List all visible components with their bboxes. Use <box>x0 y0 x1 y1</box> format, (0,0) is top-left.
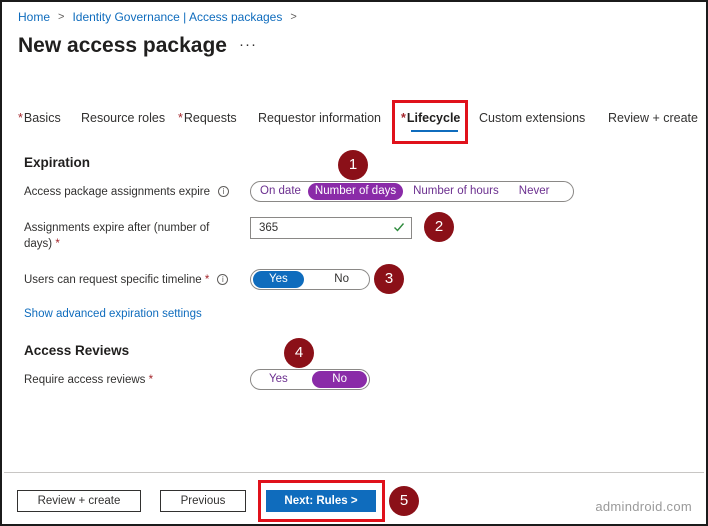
breadcrumb: Home > Identity Governance | Access pack… <box>18 10 305 24</box>
option-on-date[interactable]: On date <box>253 183 308 200</box>
lifecycle-tab-highlight-box <box>392 100 468 144</box>
required-marker: * <box>55 238 60 250</box>
required-marker: * <box>178 111 183 125</box>
expire-days-field[interactable] <box>250 217 412 239</box>
tab-resource-roles[interactable]: Resource roles <box>81 111 165 125</box>
valid-check-icon <box>394 223 405 232</box>
timeline-no-option[interactable]: No <box>316 271 367 288</box>
info-icon[interactable]: i <box>218 186 230 198</box>
specific-timeline-text: Users can request specific timeline <box>24 274 202 286</box>
tab-label: Custom extensions <box>479 111 586 125</box>
assignments-expire-label-text: Access package assignments expire <box>24 186 211 198</box>
step-badge-1: 1 <box>338 150 368 180</box>
breadcrumb-home-link[interactable]: Home <box>18 10 50 24</box>
tab-requests[interactable]: *Requests <box>178 111 237 125</box>
next-button-highlight-box <box>258 480 385 522</box>
tab-label: Requests <box>183 111 237 125</box>
tab-review-create[interactable]: Review + create <box>608 111 698 125</box>
tab-label: Basics <box>23 111 61 125</box>
wizard-tabs: *Basics Resource roles *Requests Request… <box>16 111 706 135</box>
option-never[interactable]: Never <box>512 183 557 200</box>
reviews-no-option[interactable]: No <box>312 371 367 388</box>
assignments-expire-after-label: Assignments expire after (number of days… <box>24 220 224 252</box>
tab-label: Requestor information <box>258 111 381 125</box>
advanced-expiration-settings-link[interactable]: Show advanced expiration settings <box>24 308 202 320</box>
review-create-button[interactable]: Review + create <box>17 490 141 512</box>
expiration-heading: Expiration <box>24 155 91 170</box>
tab-basics[interactable]: *Basics <box>18 111 61 125</box>
step-badge-2: 2 <box>424 212 454 242</box>
tab-label: Review + create <box>608 111 698 125</box>
expire-days-input[interactable] <box>251 218 381 238</box>
tab-custom-extensions[interactable]: Custom extensions <box>479 111 585 125</box>
assignments-expire-label: Access package assignments expire i <box>24 184 230 200</box>
require-access-reviews-toggle: Yes No <box>250 369 370 390</box>
option-number-of-hours[interactable]: Number of hours <box>406 183 506 200</box>
footer-divider <box>4 472 704 473</box>
tab-requestor-information[interactable]: Requestor information <box>258 111 381 125</box>
required-marker: * <box>18 111 23 125</box>
reviews-yes-option[interactable]: Yes <box>253 371 304 388</box>
previous-button[interactable]: Previous <box>160 490 246 512</box>
timeline-yes-option[interactable]: Yes <box>253 271 304 288</box>
watermark-text: admindroid.com <box>595 499 692 514</box>
info-icon[interactable]: i <box>217 274 229 286</box>
expire-type-selector: On date Number of days Number of hours N… <box>250 181 574 202</box>
required-marker: * <box>148 374 154 386</box>
require-access-reviews-label: Require access reviews * <box>24 372 153 388</box>
require-access-reviews-text: Require access reviews <box>24 374 146 386</box>
more-options-icon[interactable]: ··· <box>239 36 257 53</box>
tab-label: Resource roles <box>81 111 166 125</box>
required-marker: * <box>204 274 210 286</box>
assignments-expire-after-text: Assignments expire after (number of days… <box>24 222 210 250</box>
access-reviews-heading: Access Reviews <box>24 343 130 358</box>
breadcrumb-identity-governance-link[interactable]: Identity Governance | Access packages <box>72 10 282 24</box>
page-title: New access package <box>18 34 227 57</box>
step-badge-4: 4 <box>284 338 314 368</box>
step-badge-5: 5 <box>389 486 419 516</box>
breadcrumb-separator: > <box>58 11 65 23</box>
step-badge-3: 3 <box>374 264 404 294</box>
breadcrumb-separator: > <box>290 11 297 23</box>
option-number-of-days[interactable]: Number of days <box>307 183 404 200</box>
specific-timeline-toggle: Yes No <box>250 269 370 290</box>
app-window: Home > Identity Governance | Access pack… <box>0 0 708 526</box>
specific-timeline-label: Users can request specific timeline * i <box>24 272 229 288</box>
